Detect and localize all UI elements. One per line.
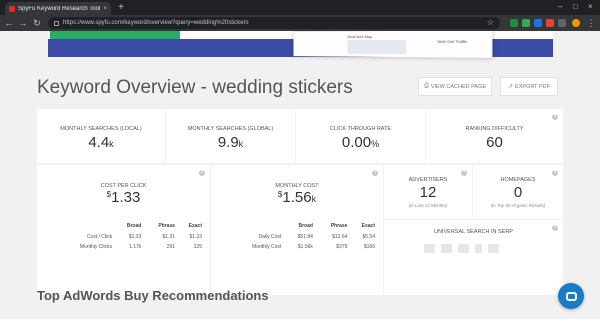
- extension-blue-icon[interactable]: [534, 19, 542, 27]
- metric-value: 9.9k: [217, 134, 244, 151]
- image-icon: [441, 244, 452, 253]
- metric-label: MONTHLY SEARCHES (GLOBAL): [187, 126, 274, 132]
- metric-value: 4.4k: [88, 134, 114, 151]
- maximize-button[interactable]: □: [573, 2, 578, 11]
- reload-icon[interactable]: ↻: [32, 18, 42, 28]
- chat-bubble-icon: [565, 291, 577, 301]
- column-header: Exact: [361, 223, 375, 229]
- cost-per-click-card: ? COST PER CLICK $1.33 Broad Phrase Exac…: [37, 165, 210, 295]
- metric-label: RANKING DIFFICULTY: [465, 126, 524, 132]
- browser-toolbar: ← → ↻ https://www.spyfu.com/keyword/over…: [0, 15, 600, 31]
- promo-traffic-label: Web Get Traffic: [437, 38, 468, 44]
- monthly-searches-global-card: MONTHLY SEARCHES (GLOBAL) 9.9k: [166, 109, 295, 163]
- metric-label: MONTHLY SEARCHES (LOCAL): [60, 126, 142, 132]
- column-header: Exact: [188, 223, 202, 229]
- metric-value: $1.56k: [277, 189, 317, 206]
- metric-value: 0: [513, 184, 523, 201]
- local-pin-icon: [475, 244, 482, 253]
- bookmark-star-icon[interactable]: ☆: [487, 18, 494, 27]
- help-icon[interactable]: ?: [372, 170, 378, 176]
- view-cached-page-button[interactable]: ⎙ VIEW CACHED PAGE: [418, 77, 492, 96]
- metric-label: HOMEPAGES: [500, 177, 536, 183]
- table-row: Monthly Cost $1.56k $379 $166: [252, 244, 375, 250]
- new-tab-button[interactable]: +: [116, 3, 126, 13]
- click-through-rate-card: CLICK THROUGH RATE 0.00%: [296, 109, 425, 163]
- address-bar[interactable]: https://www.spyfu.com/keyword/overview?q…: [48, 17, 500, 29]
- video-icon: [458, 244, 469, 253]
- table-row: Daily Cost $51.84 $12.64 $5.54: [258, 234, 375, 240]
- metric-sub: (in Top 50 Organic Results): [490, 203, 546, 208]
- advertisers-card: ? ADVERTISERS 12 (in Last 12 Months): [384, 165, 472, 219]
- extension-green-icon[interactable]: [510, 19, 518, 27]
- metric-sub: (in Last 12 Months): [408, 203, 448, 208]
- metric-value: $1.33: [106, 189, 141, 206]
- profile-avatar[interactable]: [572, 19, 580, 27]
- help-icon[interactable]: ?: [552, 170, 558, 176]
- table-row: Cost / Click $1.33 $1.31 $1.33: [86, 234, 202, 240]
- section-title: Top AdWords Buy Recommendations: [37, 288, 269, 303]
- browser-tab[interactable]: SpyFu Keyword Research Tools | ×: [5, 2, 111, 15]
- monthly-searches-local-card: MONTHLY SEARCHES (LOCAL) 4.4k: [37, 109, 165, 163]
- export-icon: ↗: [508, 84, 514, 90]
- shopping-icon: [488, 244, 499, 253]
- minimize-button[interactable]: –: [558, 2, 562, 11]
- page-content: Real-time Map Web Get Traffic Keyword Ov…: [0, 31, 600, 319]
- column-header: Phrase: [158, 223, 176, 229]
- metric-value: 12: [419, 184, 437, 201]
- chat-button[interactable]: [558, 283, 584, 309]
- cached-page-icon: ⎙: [423, 83, 429, 89]
- metric-label: CLICK THROUGH RATE: [329, 126, 392, 132]
- promo-map-label: Real-time Map: [347, 34, 373, 40]
- export-pdf-button[interactable]: ↗ EXPORT PDF: [500, 77, 558, 96]
- back-icon[interactable]: ←: [4, 18, 14, 28]
- homepages-card: ? HOMEPAGES 0 (in Top 50 Organic Results…: [473, 165, 563, 219]
- universal-search-card: ? UNIVERSAL SEARCH IN SERP: [384, 220, 563, 295]
- promo-screenshot: Real-time Map Web Get Traffic: [293, 31, 493, 58]
- url-text: https://www.spyfu.com/keyword/overview?q…: [63, 20, 249, 26]
- help-icon[interactable]: ?: [199, 170, 205, 176]
- spyfu-favicon-icon: [9, 5, 15, 12]
- cpc-table: Broad Phrase Exact Cost / Click $1.33 $1…: [47, 223, 202, 252]
- view-cached-page-label: VIEW CACHED PAGE: [430, 83, 487, 90]
- metric-value: 0.00%: [341, 134, 380, 151]
- column-header: Phrase: [330, 223, 348, 229]
- forward-icon[interactable]: →: [18, 18, 28, 28]
- close-window-button[interactable]: ×: [588, 2, 593, 11]
- extension-red-icon[interactable]: [546, 19, 554, 27]
- promo-map: [347, 39, 407, 55]
- serp-feature-icons: [424, 244, 499, 253]
- extension-box-icon[interactable]: [558, 19, 566, 27]
- metric-label: ADVERTISERS: [408, 177, 448, 183]
- tab-title: SpyFu Keyword Research Tools |: [18, 5, 101, 12]
- help-icon[interactable]: ?: [552, 114, 558, 120]
- monthly-cost-card: ? MONTHLY COST $1.56k Broad Phrase Exact…: [211, 165, 383, 295]
- promo-banner-green-button[interactable]: [50, 31, 180, 39]
- news-icon: [424, 244, 435, 253]
- page-title: Keyword Overview - wedding stickers: [37, 77, 353, 98]
- column-header: Broad: [298, 223, 313, 229]
- lock-icon: [54, 20, 59, 26]
- help-icon[interactable]: ?: [461, 170, 467, 176]
- browser-menu-icon[interactable]: ⋮: [586, 18, 596, 28]
- ranking-difficulty-card: ? RANKING DIFFICULTY 60: [426, 109, 563, 163]
- extension-check-icon[interactable]: [522, 19, 530, 27]
- monthly-cost-table: Broad Phrase Exact Daily Cost $51.84 $12…: [221, 223, 375, 252]
- browser-tab-bar: SpyFu Keyword Research Tools | × + – □ ×: [0, 0, 600, 15]
- tab-close-icon[interactable]: ×: [103, 6, 107, 12]
- export-pdf-label: EXPORT PDF: [515, 83, 550, 90]
- table-row: Monthly Clicks 1.17k 291 125: [79, 244, 202, 250]
- metric-value: 60: [486, 134, 503, 151]
- column-header: Broad: [126, 223, 142, 229]
- metric-label: UNIVERSAL SEARCH IN SERP: [434, 229, 513, 235]
